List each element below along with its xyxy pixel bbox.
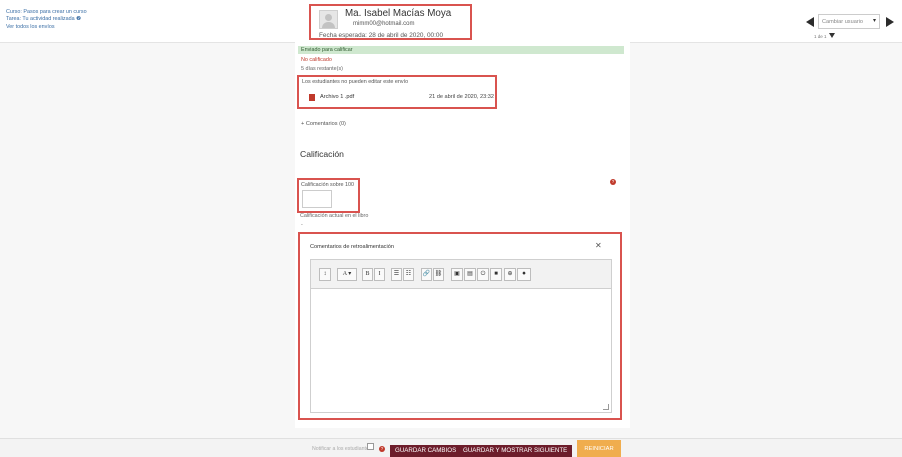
toolbar-button[interactable]: ☰ [391,268,402,281]
collapse-icon[interactable]: ✕ [595,241,602,250]
toolbar-button[interactable]: ▣ [451,268,463,281]
avatar [319,10,338,29]
submission-status: Enviado para calificar [298,46,624,54]
toolbar-button[interactable]: ⏻ [477,268,489,281]
due-date: Fecha esperada: 28 de abril de 2020, 00:… [319,32,443,39]
page-count: 1 de 1 [814,34,827,39]
task-link[interactable]: Tarea: Tu actividad realizada ❷ [6,16,87,23]
grading-header: Curso: Pasos para crear un curso Tarea: … [0,0,902,43]
grade-label: Calificación sobre 100 [301,182,355,188]
course-links: Curso: Pasos para crear un curso Tarea: … [6,9,87,31]
toolbar-button[interactable]: 🔗 [421,268,432,281]
change-user-select[interactable]: Cambiar usuario ▾ [818,14,880,29]
help-icon[interactable]: ? [610,179,616,185]
file-date: 21 de abril de 2020, 23:32 [429,94,495,100]
feedback-editor: Comentarios de retroalimentación ✕ ↕ A ▾ B… [298,232,622,420]
save-and-next-button[interactable]: GUARDAR Y MOSTRAR SIGUIENTE [458,445,573,457]
toolbar-button[interactable]: I [374,268,385,281]
submitted-file-link[interactable]: Archivo 1 .pdf [320,94,354,100]
filter-icon[interactable] [829,33,835,38]
toolbar-button[interactable]: B [362,268,373,281]
toolbar-button[interactable]: ☷ [403,268,414,281]
change-user-placeholder: Cambiar usuario [822,19,864,25]
previous-user-icon[interactable] [806,17,814,27]
help-icon[interactable]: ? [379,446,385,452]
current-grade-label: Calificación actual en el libro [300,213,369,219]
student-card: Ma. Isabel Macías Moya mimm00@hotmail.co… [309,4,472,40]
save-changes-button[interactable]: GUARDAR CAMBIOS [390,445,462,457]
submission-files: Los estudiantes no pueden editar este en… [297,75,497,109]
time-remaining: 5 días restante(s) [301,66,343,72]
student-email: mimm00@hotmail.com [353,21,415,27]
grading-status: No calificado [301,57,332,63]
toolbar-button[interactable]: ⛓ [433,268,444,281]
reset-button[interactable]: REINICIAR [577,440,621,457]
toolbar-button[interactable]: ↕ [319,268,331,281]
toolbar-button[interactable]: ■ [490,268,502,281]
toolbar-button[interactable]: ⏺ [517,268,531,281]
grade-input[interactable] [302,190,332,208]
grade-section-title: Calificación [300,149,344,159]
notify-students-label: Notificar a los estudiantes [312,446,372,452]
grading-panel: Enviado para calificar No calificado 5 d… [295,42,630,428]
action-bar: Notificar a los estudiantes ? GUARDAR CA… [0,438,902,457]
edit-lock-note: Los estudiantes no pueden editar este en… [302,79,409,85]
grade-field-group: Calificación sobre 100 [297,178,360,213]
resize-handle-icon[interactable] [603,404,609,410]
toolbar-button[interactable]: A ▾ [337,268,357,281]
feedback-label: Comentarios de retroalimentación [310,244,394,250]
editor-toolbar: ↕ A ▾ B I ☰ ☷ 🔗 ⛓ ▣ ▤ ⏻ ■ ⊕ ⏺ [310,259,612,289]
student-name[interactable]: Ma. Isabel Macías Moya [345,8,451,19]
all-submissions-link[interactable]: Ver todos los envíos [6,24,87,31]
comments-toggle[interactable]: + Comentarios (0) [301,121,346,127]
toolbar-button[interactable]: ▤ [464,268,476,281]
current-grade-value: - [301,222,303,228]
chevron-down-icon: ▾ [872,18,876,24]
notify-students-checkbox[interactable] [367,443,374,450]
next-user-icon[interactable] [886,17,894,27]
feedback-textarea[interactable] [310,289,612,413]
course-link[interactable]: Curso: Pasos para crear un curso [6,9,87,16]
toolbar-button[interactable]: ⊕ [504,268,516,281]
pdf-icon [309,94,315,101]
